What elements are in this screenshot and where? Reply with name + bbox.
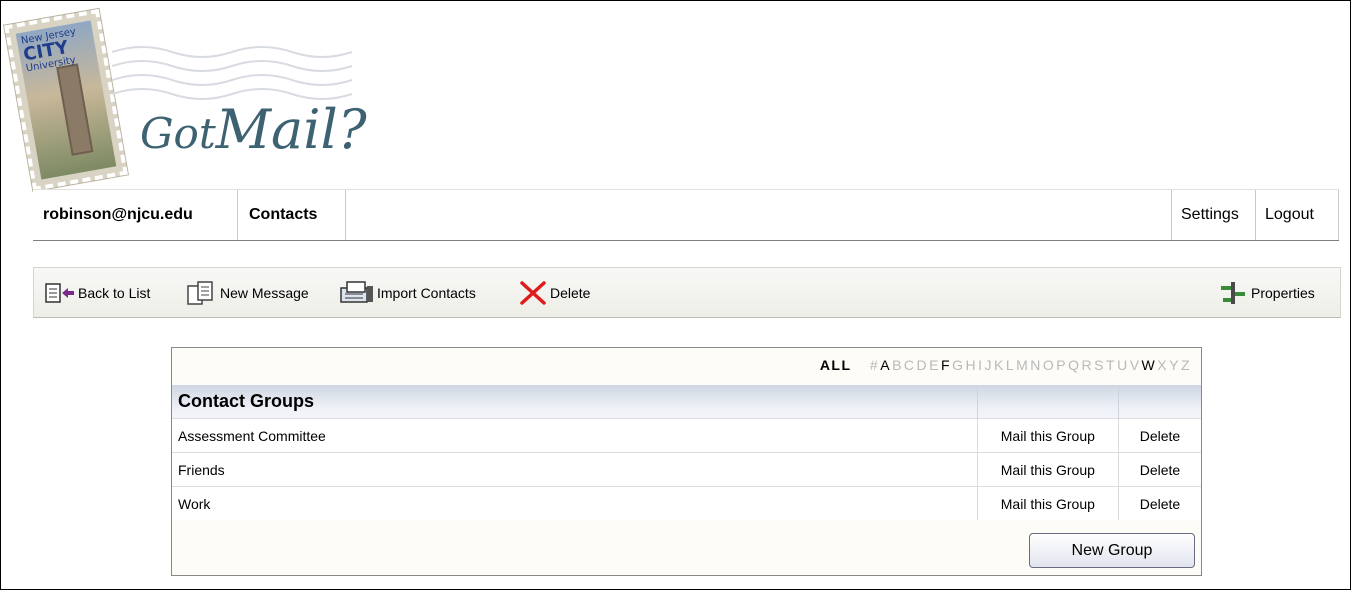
nav-user-account[interactable]: robinson@njcu.edu: [35, 190, 201, 240]
filter-letter[interactable]: A: [880, 357, 891, 373]
import-contacts-button[interactable]: Import Contacts: [339, 268, 476, 317]
group-name[interactable]: Assessment Committee: [172, 418, 978, 453]
top-nav-bar: robinson@njcu.edu Contacts Settings Logo…: [33, 189, 1339, 241]
nav-separator: [1171, 190, 1172, 240]
table-row: Friends Mail this Group Delete: [172, 452, 1201, 487]
filter-letter[interactable]: R: [1082, 357, 1094, 373]
filter-letter[interactable]: E: [929, 357, 940, 373]
filter-letter[interactable]: N: [1030, 357, 1042, 373]
mail-group-link[interactable]: Mail this Group: [976, 452, 1119, 487]
filter-letter[interactable]: O: [1043, 357, 1055, 373]
filter-letter[interactable]: P: [1056, 357, 1067, 373]
new-group-button[interactable]: New Group: [1029, 533, 1195, 568]
delete-group-link[interactable]: Delete: [1117, 418, 1201, 453]
delete-group-link[interactable]: Delete: [1117, 486, 1201, 520]
mail-group-link[interactable]: Mail this Group: [976, 418, 1119, 453]
nav-logout[interactable]: Logout: [1257, 190, 1322, 240]
group-name[interactable]: Work: [172, 486, 978, 520]
filter-letter[interactable]: D: [917, 357, 929, 373]
table-row: Work Mail this Group Delete: [172, 486, 1201, 520]
delete-button[interactable]: Delete: [518, 268, 590, 317]
stamp-image: New Jersey CITY University: [4, 8, 128, 192]
filter-letter[interactable]: K: [994, 357, 1005, 373]
back-to-list-button[interactable]: Back to List: [44, 268, 150, 317]
filter-letter[interactable]: Q: [1068, 357, 1080, 373]
filter-letter[interactable]: B: [892, 357, 903, 373]
new-message-label: New Message: [220, 284, 309, 301]
nav-separator: [1255, 190, 1256, 240]
delete-label: Delete: [550, 284, 591, 301]
filter-letter[interactable]: X: [1157, 357, 1168, 373]
group-name[interactable]: Friends: [172, 452, 978, 487]
toolbar: Back to List New Message Import Contacts…: [33, 267, 1341, 318]
table-header-row: Contact Groups: [172, 385, 1201, 419]
filter-letter[interactable]: S: [1094, 357, 1105, 373]
logo-text: GotMail?: [140, 98, 367, 161]
properties-button[interactable]: Properties: [1217, 268, 1315, 317]
contact-groups-header: Contact Groups: [172, 385, 978, 419]
filter-letter[interactable]: W: [1142, 357, 1157, 373]
nav-separator: [345, 190, 346, 240]
nav-separator: [1338, 190, 1339, 240]
filter-letter[interactable]: I: [978, 357, 983, 373]
import-contacts-label: Import Contacts: [377, 284, 476, 301]
filter-letter[interactable]: H: [965, 357, 977, 373]
delete-group-link[interactable]: Delete: [1117, 452, 1201, 487]
nav-contacts[interactable]: Contacts: [241, 190, 325, 240]
filter-letter[interactable]: G: [952, 357, 964, 373]
filter-letter[interactable]: Y: [1169, 357, 1180, 373]
filter-letter[interactable]: C: [904, 357, 916, 373]
delete-x-icon: [520, 280, 546, 305]
contact-groups-table: Contact Groups Assessment Committee Mail…: [172, 385, 1201, 520]
filter-letter[interactable]: F: [941, 357, 951, 373]
alphabet-filter: ALL #ABCDEFGHIJKLMNOPQRSTUVWXYZ: [819, 357, 1191, 377]
table-row: Assessment Committee Mail this Group Del…: [172, 418, 1201, 453]
properties-label: Properties: [1251, 284, 1315, 301]
filter-letter[interactable]: U: [1117, 357, 1129, 373]
filter-letter[interactable]: V: [1130, 357, 1141, 373]
filter-letter[interactable]: M: [1016, 357, 1029, 373]
properties-icon: [1221, 281, 1245, 304]
mail-group-link[interactable]: Mail this Group: [976, 486, 1119, 520]
filter-all[interactable]: ALL: [820, 357, 852, 373]
new-message-button[interactable]: New Message: [184, 268, 309, 317]
gotmail-logo: New Jersey CITY University GotMail?: [4, 8, 412, 192]
import-contacts-icon: [340, 280, 373, 303]
new-message-icon: [187, 280, 213, 305]
filter-letter[interactable]: T: [1106, 357, 1116, 373]
filter-letter[interactable]: #: [870, 357, 879, 373]
header-spacer: [977, 385, 1119, 419]
back-to-list-label: Back to List: [78, 284, 151, 301]
nav-separator: [237, 190, 238, 240]
filter-letter[interactable]: Z: [1181, 357, 1191, 373]
nav-settings[interactable]: Settings: [1173, 190, 1247, 240]
header-spacer: [1118, 385, 1201, 419]
filter-letter[interactable]: L: [1006, 357, 1015, 373]
filter-letter[interactable]: J: [984, 357, 993, 373]
contact-groups-panel: ALL #ABCDEFGHIJKLMNOPQRSTUVWXYZ Contact …: [171, 347, 1202, 576]
back-to-list-icon: [45, 282, 74, 303]
